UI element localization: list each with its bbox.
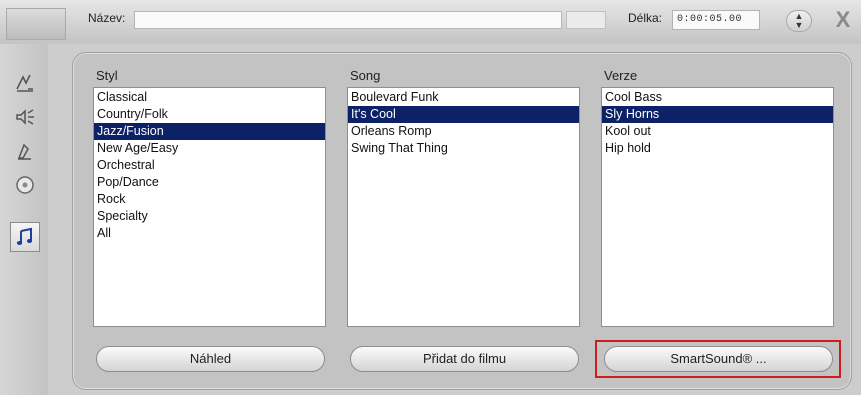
song-item[interactable]: Boulevard Funk [348,89,579,106]
smartsound-highlight-frame [595,340,841,378]
title-bar: Název: Délka: 0:00:05.00 ▲ ▼ X [0,0,861,44]
styl-listbox[interactable]: Classical Country/Folk Jazz/Fusion New Age/… [93,87,326,327]
styl-item[interactable]: Specialty [94,208,325,225]
verze-item[interactable]: Cool Bass [602,89,833,106]
verze-listbox[interactable]: Cool Bass Sly Horns Kool out Hip hold [601,87,834,327]
length-timecode-field[interactable]: 0:00:05.00 [672,10,760,30]
toolbar-cd-audio-button[interactable] [10,170,40,200]
styl-item[interactable]: All [94,225,325,242]
song-listbox[interactable]: Boulevard Funk It's Cool Orleans Romp Swing… [347,87,580,327]
toolbar-transition-button[interactable] [10,68,40,98]
styl-item[interactable]: Classical [94,89,325,106]
smartsound-window: Název: Délka: 0:00:05.00 ▲ ▼ X Styl Clas… [0,0,861,395]
cd-audio-icon [16,176,34,194]
song-item[interactable]: Orleans Romp [348,123,579,140]
verze-item[interactable]: Kool out [602,123,833,140]
spin-down-icon[interactable]: ▼ [787,21,811,30]
voiceover-icon [17,143,31,160]
sound-effect-icon [16,109,34,125]
length-spinner[interactable]: ▲ ▼ [786,10,812,32]
song-label: Song [350,68,381,83]
song-item[interactable]: Swing That Thing [348,140,579,157]
music-note-icon [16,227,33,245]
toolbar-voiceover-button[interactable] [10,136,40,166]
song-item[interactable]: It's Cool [348,106,579,123]
styl-item[interactable]: Jazz/Fusion [94,123,325,140]
add-to-movie-button[interactable]: Přidat do filmu [350,346,579,372]
styl-label: Styl [96,68,118,83]
preview-button[interactable]: Náhled [96,346,325,372]
styl-item[interactable]: Orchestral [94,157,325,174]
corner-panel [6,8,66,40]
close-button[interactable]: X [830,6,856,34]
left-toolbar [0,44,48,395]
verze-item[interactable]: Sly Horns [602,106,833,123]
toolbar-music-button[interactable] [10,222,40,252]
length-label: Délka: [628,11,663,25]
styl-item[interactable]: Country/Folk [94,106,325,123]
styl-item[interactable]: Pop/Dance [94,174,325,191]
verze-label: Verze [604,68,638,83]
styl-item[interactable]: New Age/Easy [94,140,325,157]
styl-item[interactable]: Rock [94,191,325,208]
verze-item[interactable]: Hip hold [602,140,833,157]
name-input[interactable] [134,11,562,29]
name-label: Název: [88,11,126,25]
transition-icon [16,74,33,92]
name-input-extension [566,11,606,29]
toolbar-sound-effect-button[interactable] [10,102,40,132]
